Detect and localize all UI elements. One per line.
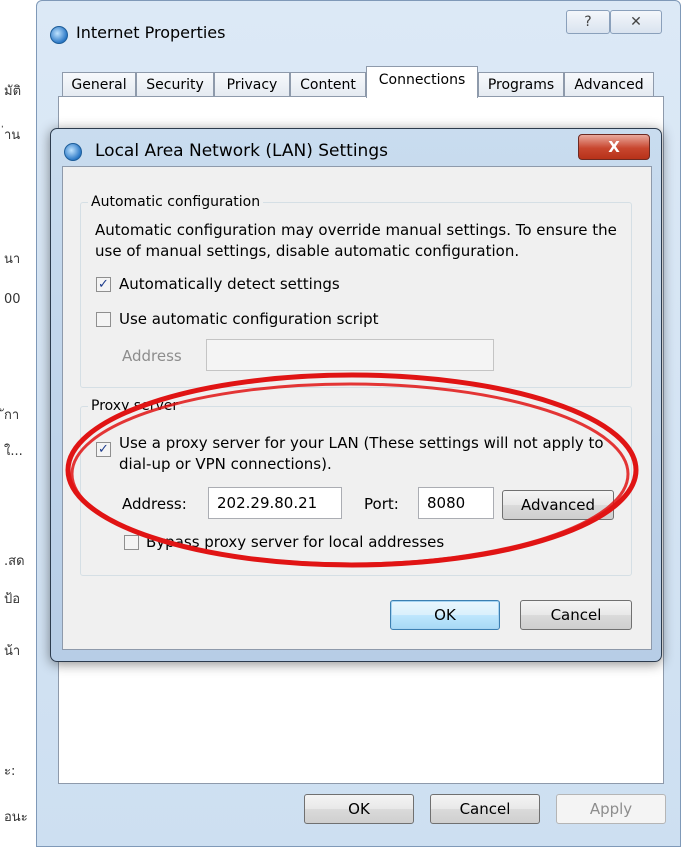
lan-ok-button[interactable]: OK	[390, 600, 500, 630]
strip-text-3: นา	[4, 252, 21, 267]
use-proxy-checkbox[interactable]: ✓	[96, 442, 111, 457]
checkmark-icon: ✓	[98, 442, 109, 457]
strip-text-8: ป้อ	[4, 592, 21, 607]
proxy-port-label: Port:	[364, 495, 399, 513]
outer-apply-button[interactable]: Apply	[556, 794, 666, 824]
lan-dialog-icon	[64, 143, 82, 161]
window-close-button[interactable]: ✕	[610, 10, 662, 34]
tab-privacy[interactable]: Privacy	[214, 72, 290, 98]
strip-text-11: อนะ	[4, 810, 28, 825]
bypass-proxy-label: Bypass proxy server for local addresses	[146, 533, 445, 551]
strip-text-7: .สด	[4, 554, 25, 569]
strip-text-1: มัติ	[4, 84, 22, 99]
tab-advanced[interactable]: Advanced	[564, 72, 654, 98]
proxy-address-label: Address:	[122, 495, 187, 513]
use-proxy-label-line2: dial-up or VPN connections).	[119, 455, 332, 473]
lan-dialog-close-button[interactable]: X	[578, 134, 650, 160]
use-proxy-label-line1: Use a proxy server for your LAN (These s…	[119, 434, 604, 452]
strip-text-2: ่าน	[4, 128, 21, 143]
window-title: Internet Properties	[76, 23, 226, 42]
strip-text-10: ะ:	[4, 764, 16, 779]
tab-security[interactable]: Security	[136, 72, 214, 98]
internet-options-icon	[50, 26, 68, 44]
lan-dialog-title: Local Area Network (LAN) Settings	[95, 141, 388, 161]
script-address-field[interactable]	[206, 339, 494, 371]
strip-text-5: ักา	[4, 408, 20, 423]
proxy-address-field[interactable]: 202.29.80.21	[208, 487, 342, 519]
proxy-server-title: Proxy server	[88, 398, 182, 414]
bypass-proxy-checkbox[interactable]	[124, 535, 139, 550]
automatic-configuration-title: Automatic configuration	[88, 194, 264, 210]
tab-general[interactable]: General	[62, 72, 136, 98]
auto-detect-label: Automatically detect settings	[119, 275, 340, 293]
auto-config-description-line2: use of manual settings, disable automati…	[95, 242, 520, 260]
use-script-label: Use automatic configuration script	[119, 310, 379, 328]
strip-text-4: 00	[4, 292, 21, 307]
strip-text-6: ใ...	[4, 444, 23, 459]
tab-content[interactable]: Content	[290, 72, 366, 98]
help-button[interactable]: ?	[566, 10, 610, 34]
tab-connections[interactable]: Connections	[366, 66, 478, 98]
checkmark-icon: ✓	[98, 277, 109, 292]
tab-programs[interactable]: Programs	[478, 72, 564, 98]
script-address-label: Address	[122, 347, 182, 365]
lan-cancel-button[interactable]: Cancel	[520, 600, 632, 630]
proxy-advanced-button[interactable]: Advanced	[502, 490, 614, 520]
strip-text-9: น้า	[4, 644, 21, 659]
auto-config-description-line1: Automatic configuration may override man…	[95, 221, 617, 239]
proxy-port-field[interactable]: 8080	[418, 487, 494, 519]
outer-cancel-button[interactable]: Cancel	[430, 794, 540, 824]
use-script-checkbox[interactable]	[96, 312, 111, 327]
outer-ok-button[interactable]: OK	[304, 794, 414, 824]
auto-detect-checkbox[interactable]: ✓	[96, 277, 111, 292]
